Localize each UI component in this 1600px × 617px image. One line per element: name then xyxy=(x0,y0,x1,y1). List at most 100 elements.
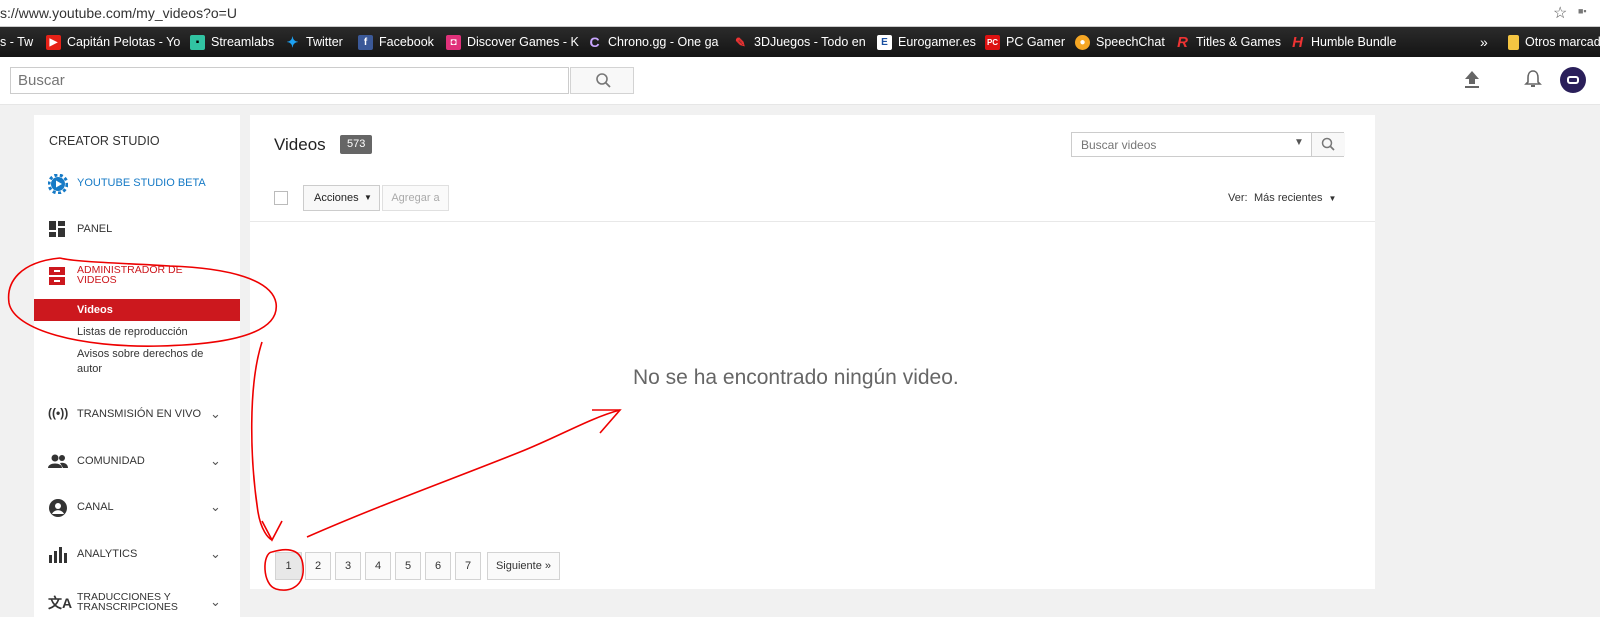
bookmark-item[interactable]: ✦ Twitter xyxy=(285,27,343,57)
address-bar[interactable]: s://www.youtube.com/my_videos?o=U ☆ ■▪ xyxy=(0,0,1600,27)
bookmark-label: s - Tw xyxy=(0,35,34,49)
sort-dropdown[interactable]: Más recientes ▼ xyxy=(1254,192,1336,204)
select-all-checkbox[interactable] xyxy=(274,191,288,205)
video-count-badge: 573 xyxy=(340,135,373,154)
bookmark-label: Twitter xyxy=(306,35,343,49)
bookmark-label: Discover Games - K xyxy=(467,35,579,49)
page-button-1[interactable]: 1 xyxy=(275,552,302,580)
search-input[interactable] xyxy=(10,67,569,94)
3djuegos-icon: ✎ xyxy=(735,34,746,50)
add-to-label: Agregar a xyxy=(391,192,440,204)
humble-icon: H xyxy=(1292,33,1303,51)
bookmark-label: Eurogamer.es xyxy=(898,35,976,49)
sidebar-item-label: TRADUCCIONES Y TRANSCRIPCIONES xyxy=(77,591,178,613)
video-search-button[interactable] xyxy=(1311,133,1345,156)
url-text[interactable]: s://www.youtube.com/my_videos?o=U xyxy=(0,5,237,21)
bookmarks-overflow-button[interactable]: » xyxy=(1480,27,1488,57)
chevron-down-icon[interactable]: ⌄ xyxy=(210,453,221,469)
next-page-button[interactable]: Siguiente » xyxy=(487,552,560,580)
bookmark-item[interactable]: C Chrono.gg - One ga xyxy=(587,27,718,57)
eurogamer-icon: E xyxy=(877,34,892,50)
video-search-box[interactable]: ▼ xyxy=(1071,132,1345,157)
empty-state-message: No se ha encontrado ningún video. xyxy=(633,366,959,389)
bookmark-item[interactable]: H Humble Bundle xyxy=(1290,27,1396,57)
page-button-4[interactable]: 4 xyxy=(365,552,391,580)
dashboard-icon xyxy=(49,221,65,237)
search-icon xyxy=(1321,137,1335,151)
page-button-6[interactable]: 6 xyxy=(425,552,451,580)
video-manager-icon xyxy=(49,267,65,285)
pcgamer-icon: PC xyxy=(985,34,1000,50)
sidebar-item-label: TRANSMISIÓN EN VIVO xyxy=(77,408,202,420)
bookmark-item[interactable]: ● SpeechChat xyxy=(1075,27,1165,57)
sidebar-item-live[interactable]: ((•)) TRANSMISIÓN EN VIVO ⌄ xyxy=(34,405,240,427)
bookmark-star-icon[interactable]: ☆ xyxy=(1553,3,1567,23)
notifications-icon[interactable] xyxy=(1524,69,1542,89)
page-number: 7 xyxy=(464,560,472,572)
bookmark-item[interactable]: ◘ Discover Games - K xyxy=(446,27,579,57)
chevron-down-icon[interactable]: ⌄ xyxy=(210,594,221,610)
actions-dropdown[interactable]: Acciones ▼ xyxy=(303,185,380,211)
page-number: 2 xyxy=(314,560,322,572)
bookmark-folder[interactable]: Otros marcad xyxy=(1508,27,1600,57)
sidebar-item-label: YOUTUBE STUDIO BETA xyxy=(77,177,206,189)
page-number: 5 xyxy=(404,560,412,572)
page-number: 1 xyxy=(285,560,292,572)
page-button-7[interactable]: 7 xyxy=(455,552,481,580)
sidebar-item-studio-beta[interactable]: YOUTUBE STUDIO BETA xyxy=(34,174,240,196)
page-number: 3 xyxy=(344,560,352,572)
bookmark-item[interactable]: R Titles & Games xyxy=(1175,27,1281,57)
add-to-button[interactable]: Agregar a xyxy=(382,185,449,211)
live-broadcast-icon: ((•)) xyxy=(48,406,69,420)
sidebar-subitem-label: Videos xyxy=(77,304,113,316)
analytics-icon xyxy=(49,547,67,563)
sidebar-item-panel[interactable]: PANEL xyxy=(34,220,240,242)
bookmark-item[interactable]: f Facebook xyxy=(358,27,434,57)
extension-icon[interactable]: ■▪ xyxy=(1578,6,1587,16)
chevron-down-icon[interactable]: ⌄ xyxy=(210,499,221,515)
gear-icon xyxy=(48,174,68,194)
streamlabs-icon: ▪ xyxy=(190,34,205,50)
page-button-5[interactable]: 5 xyxy=(395,552,421,580)
sidebar-item-video-manager[interactable]: ADMINISTRADOR DE VIDEOS xyxy=(34,264,240,290)
sidebar-item-translations[interactable]: 文A TRADUCCIONES Y TRANSCRIPCIONES ⌄ xyxy=(34,590,240,617)
twitter-icon: ✦ xyxy=(286,33,299,50)
sidebar-subitem-playlists[interactable]: Listas de reproducción xyxy=(77,326,188,338)
titles-icon: R xyxy=(1177,33,1188,51)
caret-down-icon: ▼ xyxy=(364,193,372,202)
page-number: 6 xyxy=(434,560,442,572)
bookmark-item[interactable]: ▶ Capitán Pelotas - Yo xyxy=(46,27,180,57)
divider xyxy=(250,221,1375,222)
overflow-label: » xyxy=(1480,34,1488,50)
chevron-down-icon[interactable]: ⌄ xyxy=(210,406,221,422)
page-title: Videos xyxy=(274,135,326,154)
sidebar-item-channel[interactable]: CANAL ⌄ xyxy=(34,498,240,520)
page-button-2[interactable]: 2 xyxy=(305,552,331,580)
search-button[interactable] xyxy=(570,67,634,94)
bookmark-label: Capitán Pelotas - Yo xyxy=(67,35,181,49)
facebook-icon: f xyxy=(358,34,373,50)
caret-down-icon[interactable]: ▼ xyxy=(1294,137,1304,148)
sidebar-item-community[interactable]: COMUNIDAD ⌄ xyxy=(34,452,240,474)
view-label: Ver: xyxy=(1228,192,1248,204)
bookmark-item[interactable]: ✎ 3DJuegos - Todo en xyxy=(733,27,866,57)
upload-icon[interactable] xyxy=(1463,69,1481,89)
bookmark-item[interactable]: s - Tw xyxy=(0,27,33,57)
chevron-down-icon[interactable]: ⌄ xyxy=(210,546,221,562)
bookmarks-bar: s - Tw ▶ Capitán Pelotas - Yo ▪ Streamlabs… xyxy=(0,27,1600,57)
sort-value: Más recientes xyxy=(1254,192,1323,204)
video-search-input[interactable] xyxy=(1072,133,1290,156)
actions-label: Acciones xyxy=(314,192,359,204)
bookmark-item[interactable]: E Eurogamer.es xyxy=(877,27,976,57)
page-button-3[interactable]: 3 xyxy=(335,552,361,580)
bookmark-item[interactable]: ▪ Streamlabs xyxy=(190,27,274,57)
bookmark-item[interactable]: PC PC Gamer xyxy=(985,27,1065,57)
sidebar-item-analytics[interactable]: ANALYTICS ⌄ xyxy=(34,545,240,567)
avatar[interactable] xyxy=(1560,67,1586,93)
bookmark-label: Otros marcad xyxy=(1525,35,1600,49)
sidebar-subitem-copyright[interactable]: Avisos sobre derechos de autor xyxy=(77,347,217,377)
sidebar-subitem-videos[interactable]: Videos xyxy=(34,299,240,321)
bookmark-label: 3DJuegos - Todo en xyxy=(754,35,866,49)
sidebar-item-label: PANEL xyxy=(77,223,113,235)
bookmark-label: Humble Bundle xyxy=(1311,35,1397,49)
